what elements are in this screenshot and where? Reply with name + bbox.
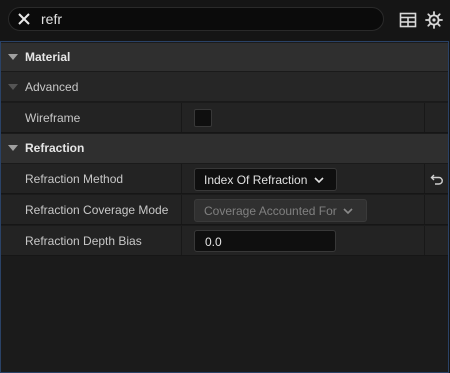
property-row-refraction-method: Refraction Method Index Of Refraction <box>1 164 448 194</box>
column-divider <box>424 226 425 255</box>
column-divider <box>424 164 425 193</box>
dropdown-value: Coverage Accounted For <box>204 204 337 218</box>
number-value[interactable]: 0.0 <box>205 235 222 249</box>
property-row-wireframe: Wireframe <box>1 103 448 133</box>
refraction-coverage-mode-dropdown: Coverage Accounted For <box>194 199 367 222</box>
collapse-arrow-icon[interactable] <box>8 84 18 90</box>
category-material[interactable]: Material <box>1 43 448 72</box>
collapse-arrow-icon[interactable] <box>8 145 18 151</box>
table-grid-icon[interactable] <box>399 11 417 29</box>
chevron-down-icon <box>314 177 324 184</box>
gear-icon[interactable] <box>425 11 443 29</box>
search-text[interactable]: refr <box>41 11 62 27</box>
top-bar: refr <box>0 0 450 40</box>
wireframe-checkbox[interactable] <box>194 109 212 127</box>
property-row-refraction-coverage-mode: Refraction Coverage Mode Coverage Accoun… <box>1 195 448 225</box>
property-name: Refraction Coverage Mode <box>25 203 169 217</box>
category-label: Material <box>25 50 71 64</box>
reset-to-default-icon[interactable] <box>430 172 444 186</box>
subcategory-label: Advanced <box>25 80 79 94</box>
column-divider[interactable] <box>181 103 182 132</box>
column-divider <box>424 195 425 224</box>
refraction-depth-bias-field[interactable]: 0.0 <box>194 230 336 252</box>
category-label: Refraction <box>25 141 85 155</box>
search-input[interactable]: refr <box>8 7 384 31</box>
dropdown-value: Index Of Refraction <box>204 173 308 187</box>
property-name: Wireframe <box>25 111 81 125</box>
column-divider[interactable] <box>181 164 182 193</box>
property-row-refraction-depth-bias: Refraction Depth Bias 0.0 <box>1 226 448 256</box>
column-divider <box>424 103 425 132</box>
category-refraction[interactable]: Refraction <box>1 134 448 164</box>
property-name: Refraction Method <box>25 172 124 186</box>
chevron-down-icon <box>343 208 353 215</box>
close-icon[interactable] <box>16 11 32 27</box>
column-divider[interactable] <box>181 226 182 255</box>
details-panel: Material Advanced Wireframe Refraction R… <box>0 41 449 373</box>
column-divider[interactable] <box>181 195 182 224</box>
collapse-arrow-icon[interactable] <box>8 54 18 60</box>
refraction-method-dropdown[interactable]: Index Of Refraction <box>194 168 337 191</box>
property-name: Refraction Depth Bias <box>25 234 142 248</box>
subcategory-advanced[interactable]: Advanced <box>1 72 448 102</box>
